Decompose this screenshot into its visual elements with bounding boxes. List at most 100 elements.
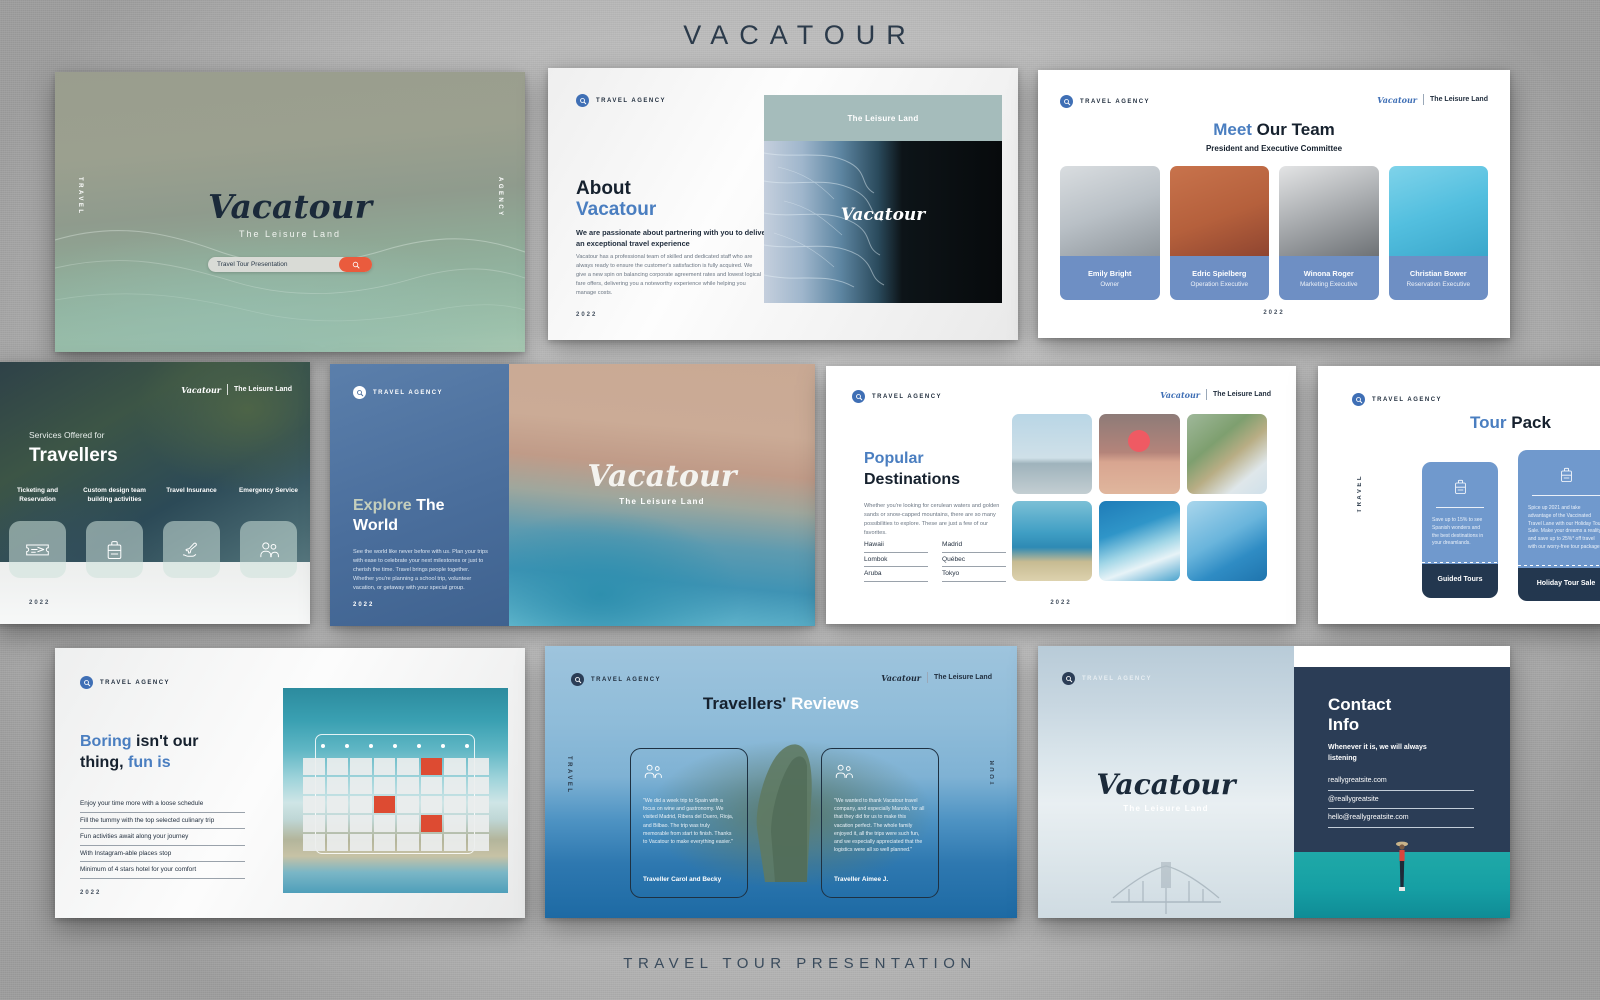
team-card[interactable]: Christian Bower Reservation Executive (1388, 166, 1488, 300)
suitcase-icon (1454, 479, 1466, 494)
explore-beach-photo: Vacatour The Leisure Land (509, 364, 815, 626)
destination-item[interactable]: Aruba (864, 567, 928, 582)
service-item[interactable]: Emergency Service (233, 487, 304, 578)
calendar-grid (303, 758, 489, 851)
agency-label: TRAVEL AGENCY (596, 97, 667, 104)
search-input[interactable]: Travel Tour Presentation (208, 261, 339, 268)
member-role: Operation Executive (1190, 280, 1249, 288)
agency-label: TRAVEL AGENCY (100, 679, 171, 686)
slide-about[interactable]: TRAVEL AGENCY About Vacatour We are pass… (548, 68, 1018, 340)
logo-badge-icon (852, 390, 865, 403)
tagline-label: The Leisure Land (234, 386, 292, 393)
logo-badge-icon (576, 94, 589, 107)
about-photo-script-logo: Vacatour (840, 205, 926, 225)
service-tile (9, 521, 66, 578)
team-subtitle: President and Executive Committee (1205, 144, 1343, 153)
package-ticket[interactable]: Save up to 15% to see Spanish wonders an… (1422, 462, 1498, 598)
slide-hero-title[interactable]: TRAVEL AGENCY Vacatour The Leisure Land … (55, 72, 525, 352)
slide-contact-info[interactable]: TRAVEL AGENCY Vacatour The Leisure Land … (1038, 646, 1510, 918)
member-meta: Christian Bower Reservation Executive (1388, 256, 1488, 300)
fun-heading-line2: thing, fun is (80, 754, 171, 772)
fun-bullet: Minimum of 4 stars hotel for your comfor… (80, 862, 245, 879)
contact-detail[interactable]: @reallygreatsite (1328, 791, 1474, 809)
slide-boring-isnt-our-thing[interactable]: TRAVEL AGENCY Boring isn't our thing, fu… (55, 648, 525, 918)
team-card[interactable]: Edric Spielberg Operation Executive (1169, 166, 1269, 300)
reviews-title-light: Reviews (786, 694, 860, 713)
review-card[interactable]: "We did a week trip to Spain with a focu… (630, 748, 748, 898)
review-text: "We wanted to thank Vacatour travel comp… (834, 798, 925, 854)
hero-search-bar[interactable]: Travel Tour Presentation (208, 257, 372, 272)
explore-heading-line1: Explore The (353, 497, 445, 515)
destination-item[interactable]: Tokyo (942, 567, 1006, 582)
destination-photo-grid (1012, 414, 1267, 581)
slide-services[interactable]: Vacatour The Leisure Land Services Offer… (0, 362, 310, 624)
ticket-divider (1532, 495, 1600, 496)
reviews-left-label: TRAVEL (566, 756, 572, 795)
people-icon (644, 764, 662, 779)
contact-script-logo: Vacatour (1096, 768, 1236, 801)
destination-photo (1186, 501, 1267, 581)
review-author: Traveller Carol and Becky (643, 876, 722, 883)
divider (227, 384, 229, 395)
service-tile (240, 521, 297, 578)
slide-meet-our-team[interactable]: TRAVEL AGENCY Vacatour The Leisure Land … (1038, 70, 1510, 338)
service-item[interactable]: Ticketing and Reservation (2, 487, 73, 578)
slide-travellers-reviews[interactable]: TRAVEL AGENCY Vacatour The Leisure Land … (545, 646, 1017, 918)
fun-heading-line1: Boring isn't our (80, 733, 198, 751)
calendar-dots (321, 744, 469, 748)
diver-silhouette-icon (1396, 841, 1408, 891)
agency-label: TRAVEL AGENCY (1082, 675, 1153, 682)
slide-year: 2022 (353, 602, 375, 608)
contact-photo-logo-block: Vacatour The Leisure Land (1038, 768, 1294, 813)
brand-lockup: TRAVEL AGENCY (1062, 672, 1152, 685)
team-card[interactable]: Winona Roger Marketing Executive (1279, 166, 1379, 300)
destinations-body-text: Whether you're looking for cerulean wate… (864, 503, 1000, 536)
member-photo (1060, 166, 1160, 256)
review-card[interactable]: "We wanted to thank Vacatour travel comp… (821, 748, 939, 898)
package-ticket[interactable]: Spice up 2021 and take advantage of the … (1518, 450, 1600, 602)
ticket-label: Guided Tours (1422, 564, 1498, 598)
brand-right-lockup: Vacatour The Leisure Land (1160, 389, 1271, 400)
reviews-right-label: TOUR (990, 758, 996, 785)
about-heading-line1: About (576, 178, 631, 199)
about-lead-text: We are passionate about partnering with … (576, 228, 769, 249)
service-label: Emergency Service (239, 487, 298, 494)
contact-subtitle: Whenever it is, we will always listening (1328, 744, 1427, 762)
contact-underwater-photo (1294, 841, 1510, 918)
destination-item[interactable]: Madrid (942, 538, 1006, 553)
slide-tour-packages[interactable]: TRAVEL AGENCY Tour Pack TRAVEL Save up t… (1318, 366, 1600, 624)
ticket-label: Holiday Tour Sale (1518, 567, 1600, 602)
search-button[interactable] (339, 257, 372, 272)
destination-item[interactable]: Hawaii (864, 538, 928, 553)
about-body-text: Vacatour has a professional team of skil… (576, 254, 762, 297)
suitcase-icon (107, 541, 122, 559)
logo-badge-icon (571, 673, 584, 686)
agency-label: TRAVEL AGENCY (591, 676, 662, 683)
member-meta: Winona Roger Marketing Executive (1279, 256, 1379, 300)
packages-title-rest: Pack (1506, 413, 1551, 432)
packages-title-accent: Tour (1470, 413, 1507, 432)
contact-detail[interactable]: hello@reallygreatsite.com (1328, 809, 1474, 828)
slide-popular-destinations[interactable]: TRAVEL AGENCY Vacatour The Leisure Land … (826, 366, 1296, 624)
destination-item[interactable]: Québec (942, 553, 1006, 567)
destination-item[interactable]: Lombok (864, 553, 928, 567)
slide-year: 2022 (29, 600, 51, 606)
tagline-label: The Leisure Land (1430, 96, 1488, 103)
service-item[interactable]: Travel Insurance (156, 487, 227, 578)
about-photo-block: The Leisure Land Vacatour (764, 95, 1002, 303)
team-card[interactable]: Emily Bright Owner (1060, 166, 1160, 300)
slide-year: 2022 (576, 312, 598, 318)
slide-explore-the-world[interactable]: Vacatour The Leisure Land TRAVEL AGENCY … (330, 364, 815, 626)
page-title: VACATOUR (683, 20, 917, 50)
explore-photo-logo-block: Vacatour The Leisure Land (509, 459, 815, 506)
ticket-icon (26, 544, 49, 556)
team-title-rest: Our Team (1251, 120, 1335, 139)
contact-detail[interactable]: reallygreatsite.com (1328, 772, 1474, 791)
explore-body-text: See the world like never before with us.… (353, 549, 488, 592)
fun-heading2-accent: fun is (127, 754, 171, 771)
service-item[interactable]: Custom design team building activities (79, 487, 150, 578)
member-photo (1169, 166, 1269, 256)
member-photo (1279, 166, 1379, 256)
service-tile (163, 521, 220, 578)
fun-bullet-list: Enjoy your time more with a loose schedu… (80, 796, 245, 879)
